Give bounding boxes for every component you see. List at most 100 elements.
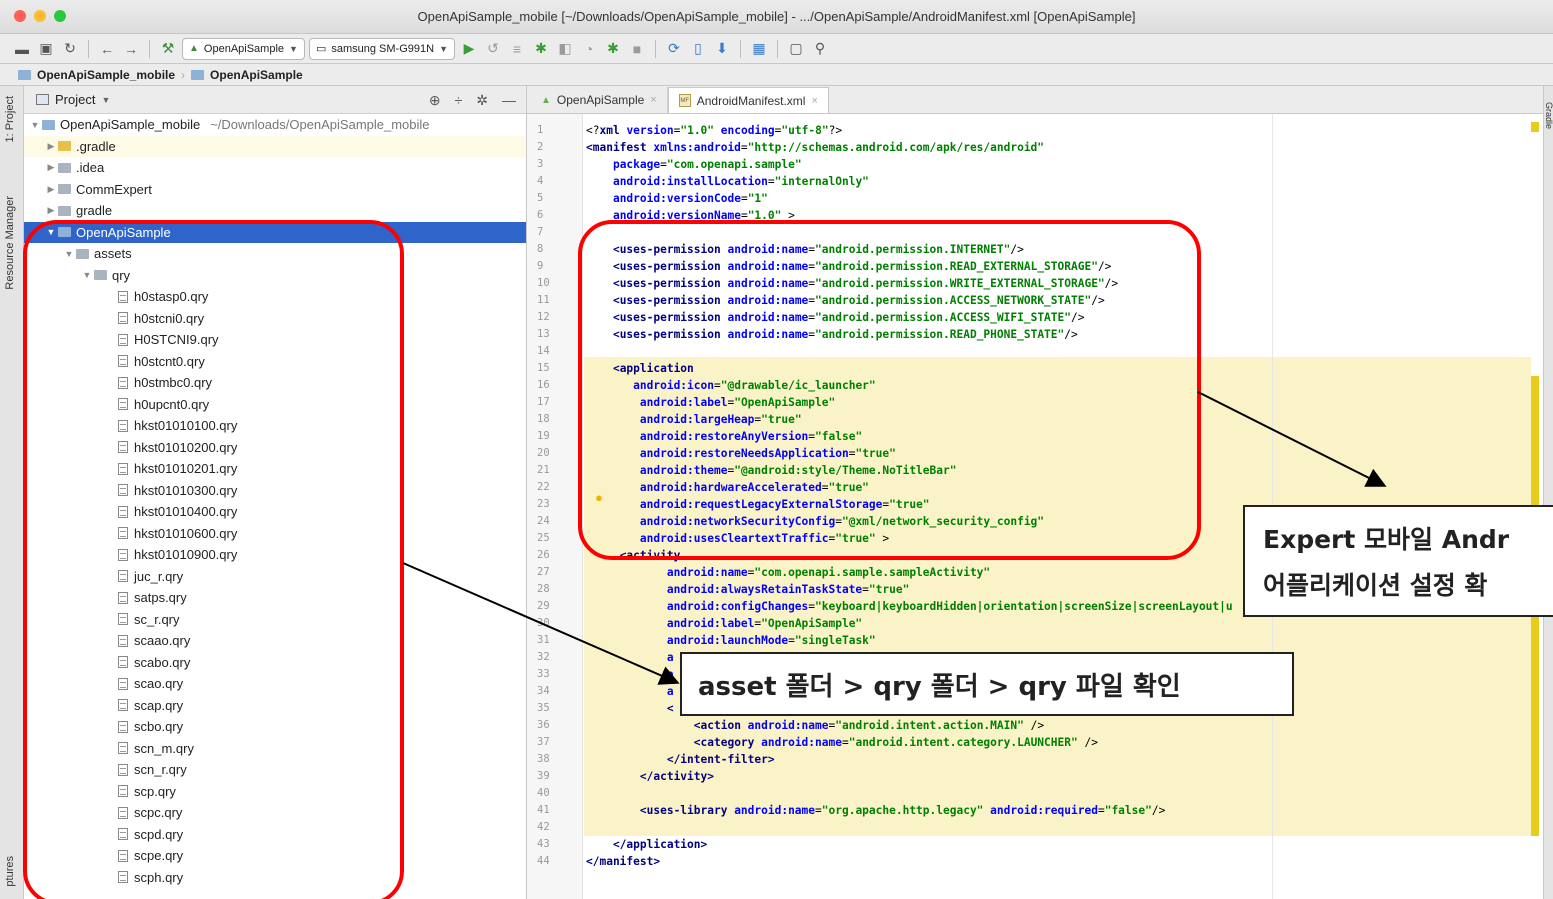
sync-icon[interactable]: ↻ bbox=[60, 39, 80, 59]
tab-resource-manager[interactable]: Resource Manager bbox=[4, 196, 16, 290]
code-line: </activity> bbox=[586, 768, 714, 785]
code-token: xml bbox=[599, 124, 627, 137]
tab-captures[interactable]: ptures bbox=[4, 856, 16, 887]
code-token: = bbox=[788, 634, 795, 647]
debug-icon[interactable]: ✱ bbox=[531, 39, 551, 59]
project-view-selector[interactable]: Project bbox=[55, 92, 95, 107]
code-line: android:launchMode="singleTask" bbox=[586, 632, 876, 649]
toolbar-divider bbox=[654, 39, 656, 58]
toolbar-divider bbox=[149, 39, 150, 58]
code-token: "com.openapi.sample.sampleActivity" bbox=[754, 566, 991, 579]
tree-root-node[interactable]: ▼ OpenApiSample_mobile ~/Downloads/OpenA… bbox=[24, 114, 526, 136]
code-token: <uses-library bbox=[639, 804, 735, 817]
code-line: android:versionCode="1" bbox=[586, 190, 768, 207]
expand-arrow-icon[interactable]: ▶ bbox=[44, 162, 58, 173]
line-number: 30 bbox=[537, 617, 550, 629]
sdk-manager-icon[interactable]: ⬇ bbox=[712, 39, 732, 59]
line-number: 27 bbox=[537, 566, 550, 578]
hide-panel-icon[interactable]: — bbox=[502, 92, 516, 109]
line-number: 15 bbox=[537, 362, 550, 374]
collapse-all-icon[interactable]: ÷ bbox=[455, 92, 463, 109]
close-icon[interactable]: × bbox=[650, 94, 656, 106]
line-number: 28 bbox=[537, 583, 550, 595]
build-hammer-icon[interactable]: ⚒ bbox=[158, 39, 178, 59]
expand-arrow-icon[interactable]: ▶ bbox=[44, 141, 58, 152]
back-icon[interactable]: ← bbox=[97, 39, 117, 59]
code-token: = bbox=[740, 141, 748, 154]
line-number: 32 bbox=[537, 651, 550, 663]
tab-gradle[interactable]: Gradle bbox=[1544, 102, 1553, 129]
tree-item-gradle[interactable]: ▶ gradle bbox=[24, 200, 526, 222]
code-token: android:launchMode bbox=[666, 634, 789, 647]
project-structure-icon[interactable]: ▦ bbox=[749, 39, 769, 59]
apply-changes-icon[interactable]: ↺ bbox=[483, 39, 503, 59]
line-number: 34 bbox=[537, 685, 550, 697]
code-token: "1" bbox=[747, 192, 768, 205]
tab-project[interactable]: 1: Project bbox=[4, 96, 16, 142]
gear-icon[interactable]: ✲ bbox=[476, 92, 488, 109]
expand-arrow-icon[interactable]: ▼ bbox=[28, 120, 42, 130]
folder-icon bbox=[18, 69, 31, 80]
line-number: 35 bbox=[537, 702, 550, 714]
tree-item-commexpert[interactable]: ▶ CommExpert bbox=[24, 179, 526, 201]
line-number: 38 bbox=[537, 753, 550, 765]
expand-arrow-icon[interactable]: ▶ bbox=[44, 184, 58, 195]
code-token: encoding bbox=[720, 124, 775, 137]
stop-icon[interactable]: ■ bbox=[627, 39, 647, 59]
folder-icon bbox=[42, 119, 55, 130]
tab-openapisample[interactable]: ▲ OpenApiSample × bbox=[531, 87, 668, 113]
warning-marker[interactable] bbox=[1531, 122, 1539, 132]
open-folder-icon[interactable]: ▬ bbox=[12, 39, 32, 59]
line-number: 23 bbox=[537, 498, 550, 510]
line-number: 1 bbox=[537, 124, 544, 136]
avd-manager-icon[interactable]: ▯ bbox=[688, 39, 708, 59]
android-module-icon: ▲ bbox=[541, 94, 551, 106]
breadcrumb-item-root[interactable]: OpenApiSample_mobile bbox=[37, 68, 175, 82]
locate-icon[interactable]: ⊕ bbox=[429, 92, 441, 109]
code-token: xmlns:android bbox=[653, 141, 741, 154]
device-combo[interactable]: ▭ samsung SM-G991N ▼ bbox=[308, 37, 455, 60]
search-icon[interactable]: ⚲ bbox=[810, 39, 830, 59]
layout-inspector-icon[interactable]: ▢ bbox=[786, 39, 806, 59]
profile-icon[interactable]: ◔ bbox=[579, 39, 599, 59]
breadcrumb-item-module[interactable]: OpenApiSample bbox=[210, 68, 303, 82]
line-number: 20 bbox=[537, 447, 550, 459]
line-number: 6 bbox=[537, 209, 544, 221]
tree-item-gradle-dir[interactable]: ▶ .gradle bbox=[24, 135, 526, 157]
toolbar-divider bbox=[88, 39, 89, 58]
run-icon[interactable]: ▶ bbox=[459, 39, 479, 59]
run-config-combo[interactable]: ▲ OpenApiSample ▼ bbox=[182, 37, 305, 60]
manifest-file-icon: MF bbox=[678, 94, 691, 107]
code-token: android:versionCode bbox=[612, 192, 741, 205]
tree-item-idea[interactable]: ▶ .idea bbox=[24, 157, 526, 179]
code-token: <category bbox=[693, 736, 762, 749]
expand-arrow-icon[interactable]: ▶ bbox=[44, 205, 58, 216]
code-line: a bbox=[586, 649, 674, 666]
line-number: 19 bbox=[537, 430, 550, 442]
line-number: 3 bbox=[537, 158, 544, 170]
coverage-icon[interactable]: ◧ bbox=[555, 39, 575, 59]
code-token: /> bbox=[1077, 736, 1098, 749]
chevron-down-icon[interactable]: ▼ bbox=[101, 95, 110, 105]
save-icon[interactable]: ▣ bbox=[36, 39, 56, 59]
attach-debugger-icon[interactable]: ✱ bbox=[603, 39, 623, 59]
forward-icon[interactable]: → bbox=[121, 39, 141, 59]
line-number: 40 bbox=[537, 787, 550, 799]
code-token: "android.intent.action.MAIN" bbox=[835, 719, 1024, 732]
apply-code-changes-icon[interactable]: ≡ bbox=[507, 39, 527, 59]
code-token: </activity> bbox=[639, 770, 714, 783]
toolbar-divider bbox=[776, 39, 778, 58]
close-icon[interactable]: × bbox=[811, 95, 817, 107]
code-token: "com.openapi.sample" bbox=[666, 158, 802, 171]
tab-androidmanifest[interactable]: MF AndroidManifest.xml × bbox=[667, 87, 829, 113]
line-number-gutter: 1 2 3 4 5 6 7 8 9 10 11 12 13 14 15 16 17 18 19 20 21 22 23 24 2… bbox=[527, 114, 583, 899]
gradle-sync-icon[interactable]: ⟳ bbox=[664, 39, 684, 59]
line-number: 7 bbox=[537, 226, 544, 238]
